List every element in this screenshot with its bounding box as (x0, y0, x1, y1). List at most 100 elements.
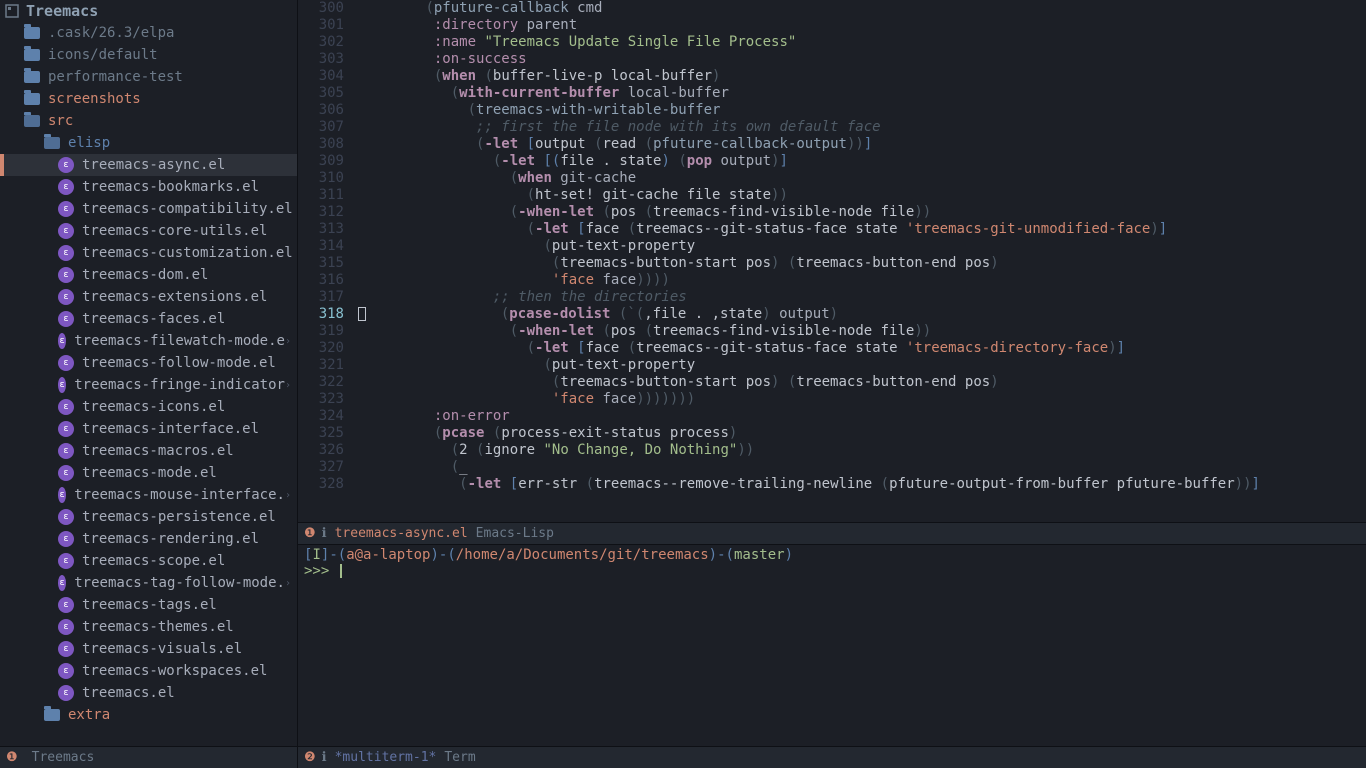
code-line[interactable]: 306 (treemacs-with-writable-buffer (298, 102, 1366, 119)
code-line[interactable]: 308 (-let [output (read (pfuture-callbac… (298, 136, 1366, 153)
tree-label: treemacs-bookmarks.el (82, 179, 259, 195)
folder-icon (24, 27, 40, 39)
code-line[interactable]: 325 (pcase (process-exit-status process) (298, 425, 1366, 442)
terminal-cursor (340, 564, 342, 578)
code-line[interactable]: 315 (treemacs-button-start pos) (treemac… (298, 255, 1366, 272)
code-line[interactable]: 300 (pfuture-callback cmd (298, 0, 1366, 17)
chevron-right-icon: › (285, 578, 291, 589)
code-line[interactable]: 327 (_ (298, 459, 1366, 476)
file-tree[interactable]: Treemacs .cask/26.3/elpaicons/defaultper… (0, 0, 297, 746)
code-line[interactable]: 304 (when (buffer-live-p local-buffer) (298, 68, 1366, 85)
code-line[interactable]: 319 (-when-let (pos (treemacs-find-visib… (298, 323, 1366, 340)
line-number: 317 (298, 289, 358, 306)
project-name: Treemacs (26, 2, 98, 20)
line-number: 316 (298, 272, 358, 289)
tree-file[interactable]: εtreemacs-tag-follow-mode.› (0, 572, 297, 594)
code-content: (treemacs-button-start pos) (treemacs-bu… (358, 374, 1366, 391)
tree-folder[interactable]: .cask/26.3/elpa (0, 22, 297, 44)
tree-folder[interactable]: elisp (0, 132, 297, 154)
tree-file[interactable]: εtreemacs-visuals.el (0, 638, 297, 660)
tree-folder[interactable]: icons/default (0, 44, 297, 66)
terminal-panel[interactable]: [I]-(a@a-laptop)-(/home/a/Documents/git/… (298, 544, 1366, 768)
code-content: (pcase-dolist (`(,file . ,state) output) (358, 306, 1366, 323)
elisp-file-icon: ε (58, 333, 66, 349)
tree-folder[interactable]: extra (0, 704, 297, 726)
code-line[interactable]: 316 'face face)))) (298, 272, 1366, 289)
elisp-file-icon: ε (58, 597, 74, 613)
code-content: :directory parent (358, 17, 1366, 34)
terminal-body[interactable]: [I]-(a@a-laptop)-(/home/a/Documents/git/… (298, 545, 1366, 746)
tree-file[interactable]: εtreemacs-compatibility.el (0, 198, 297, 220)
elisp-file-icon: ε (58, 223, 74, 239)
tree-file[interactable]: εtreemacs-fringe-indicator› (0, 374, 297, 396)
tree-file[interactable]: εtreemacs-filewatch-mode.e› (0, 330, 297, 352)
code-line[interactable]: 314 (put-text-property (298, 238, 1366, 255)
elisp-file-icon: ε (58, 465, 74, 481)
code-line[interactable]: 321 (put-text-property (298, 357, 1366, 374)
code-line[interactable]: 328 (-let [err-str (treemacs--remove-tra… (298, 476, 1366, 493)
tree-label: treemacs-visuals.el (82, 641, 242, 657)
code-line[interactable]: 326 (2 (ignore "No Change, Do Nothing")) (298, 442, 1366, 459)
tree-file[interactable]: εtreemacs-rendering.el (0, 528, 297, 550)
code-line[interactable]: 310 (when git-cache (298, 170, 1366, 187)
project-root[interactable]: Treemacs (0, 0, 297, 22)
tree-file[interactable]: εtreemacs-icons.el (0, 396, 297, 418)
code-line[interactable]: 305 (with-current-buffer local-buffer (298, 85, 1366, 102)
code-line[interactable]: 320 (-let [face (treemacs--git-status-fa… (298, 340, 1366, 357)
elisp-file-icon: ε (58, 157, 74, 173)
tree-file[interactable]: εtreemacs-interface.el (0, 418, 297, 440)
terminal-input-line[interactable]: >>> (304, 563, 1360, 579)
tree-file[interactable]: εtreemacs-themes.el (0, 616, 297, 638)
code-line[interactable]: 312 (-when-let (pos (treemacs-find-visib… (298, 204, 1366, 221)
code-line[interactable]: 322 (treemacs-button-start pos) (treemac… (298, 374, 1366, 391)
code-line[interactable]: 301 :directory parent (298, 17, 1366, 34)
line-number: 302 (298, 34, 358, 51)
line-number: 312 (298, 204, 358, 221)
tree-file[interactable]: εtreemacs-extensions.el (0, 286, 297, 308)
chevron-right-icon: › (285, 490, 291, 501)
tree-file[interactable]: εtreemacs-scope.el (0, 550, 297, 572)
tree-file[interactable]: ε treemacs-core-utils.el (0, 220, 297, 242)
tree-file[interactable]: εtreemacs-follow-mode.el (0, 352, 297, 374)
modeline-title: Treemacs (32, 750, 95, 765)
tree-file[interactable]: εtreemacs-tags.el (0, 594, 297, 616)
tree-file[interactable]: εtreemacs-workspaces.el (0, 660, 297, 682)
tree-folder[interactable]: src (0, 110, 297, 132)
tree-label: treemacs-workspaces.el (82, 663, 267, 679)
code-line[interactable]: 318 (pcase-dolist (`(,file . ,state) out… (298, 306, 1366, 323)
tree-label: treemacs-core-utils.el (82, 223, 267, 239)
line-number: 318 (298, 306, 358, 323)
folder-icon (44, 709, 60, 721)
tree-file[interactable]: εtreemacs-dom.el (0, 264, 297, 286)
tree-folder[interactable]: screenshots (0, 88, 297, 110)
code-editor[interactable]: 300 (pfuture-callback cmd301 :directory … (298, 0, 1366, 522)
code-line[interactable]: 324 :on-error (298, 408, 1366, 425)
treemacs-sidebar[interactable]: Treemacs .cask/26.3/elpaicons/defaultper… (0, 0, 298, 768)
code-line[interactable]: 307 ;; first the file node with its own … (298, 119, 1366, 136)
tree-label: treemacs-tag-follow-mode. (74, 575, 285, 591)
tree-label: treemacs-scope.el (82, 553, 225, 569)
code-line[interactable]: 311 (ht-set! git-cache file state)) (298, 187, 1366, 204)
code-line[interactable]: 303 :on-success (298, 51, 1366, 68)
tree-file[interactable]: εtreemacs-mouse-interface.› (0, 484, 297, 506)
code-line[interactable]: 309 (-let [(file . state) (pop output)] (298, 153, 1366, 170)
tree-label: treemacs-follow-mode.el (82, 355, 276, 371)
tree-folder[interactable]: performance-test (0, 66, 297, 88)
code-content: :on-success (358, 51, 1366, 68)
major-mode: Emacs-Lisp (476, 526, 554, 541)
code-content: (-let [(file . state) (pop output)] (358, 153, 1366, 170)
code-line[interactable]: 317 ;; then the directories (298, 289, 1366, 306)
tree-file[interactable]: εtreemacs-macros.el (0, 440, 297, 462)
tree-file[interactable]: εtreemacs-customization.el (0, 242, 297, 264)
tree-file[interactable]: εtreemacs-async.el (0, 154, 297, 176)
code-line[interactable]: 323 'face face))))))) (298, 391, 1366, 408)
tree-file[interactable]: εtreemacs.el (0, 682, 297, 704)
tree-file[interactable]: εtreemacs-mode.el (0, 462, 297, 484)
tree-file[interactable]: εtreemacs-bookmarks.el (0, 176, 297, 198)
line-number: 306 (298, 102, 358, 119)
code-line[interactable]: 313 (-let [face (treemacs--git-status-fa… (298, 221, 1366, 238)
code-line[interactable]: 302 :name "Treemacs Update Single File P… (298, 34, 1366, 51)
window-number: ❶ (304, 526, 316, 541)
tree-file[interactable]: εtreemacs-persistence.el (0, 506, 297, 528)
tree-file[interactable]: εtreemacs-faces.el (0, 308, 297, 330)
